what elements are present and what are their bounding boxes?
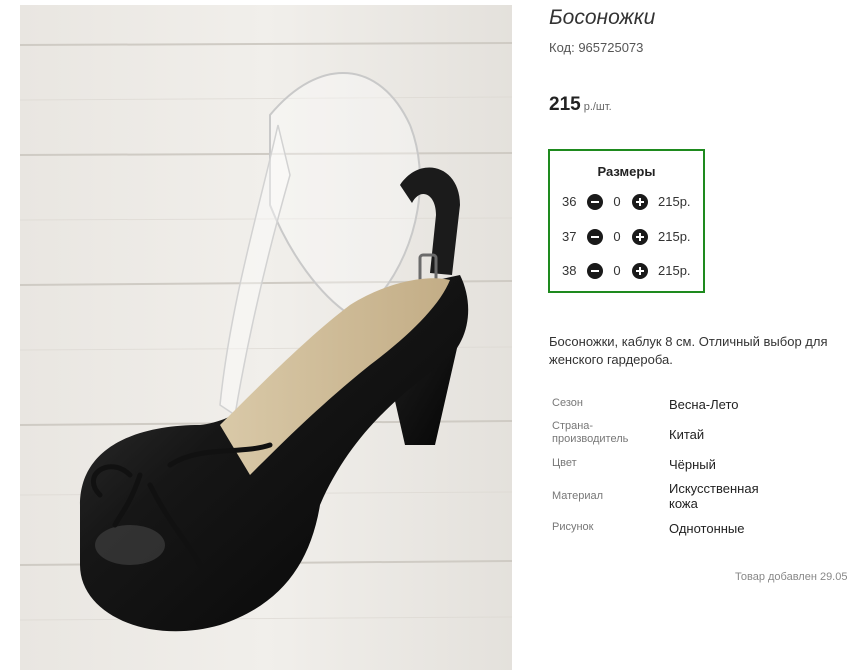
size-price: 215р. (658, 263, 691, 278)
attribute-value: Однотонные (669, 521, 745, 536)
price-unit: р./шт. (583, 101, 612, 113)
attribute-value: Весна-Лето (669, 397, 739, 412)
attribute-key: Страна-производитель (552, 420, 629, 445)
size-label: 37 (562, 229, 577, 244)
size-label: 36 (562, 194, 577, 209)
increase-quantity-button[interactable] (632, 194, 648, 210)
size-label: 38 (562, 263, 577, 278)
attribute-key: Рисунок (552, 521, 594, 533)
product-title: Босоножки (549, 6, 656, 29)
product-description: Босоножки, каблук 8 см. Отличный выбор д… (549, 334, 828, 367)
size-price: 215р. (658, 229, 691, 244)
date-added: Товар добавлен 29.05 (735, 571, 848, 583)
attribute-key: Сезон (552, 397, 583, 409)
attribute-value: Чёрный (669, 457, 716, 472)
price-value: 215 (549, 94, 581, 115)
size-quantity: 0 (613, 194, 621, 209)
decrease-quantity-button[interactable] (587, 229, 603, 245)
sizes-panel: Размеры 36 0 215р. 37 0 215р. 38 0 215р. (548, 149, 705, 293)
product-code: Код: 965725073 (549, 40, 644, 55)
sizes-header: Размеры (597, 164, 656, 179)
decrease-quantity-button[interactable] (587, 194, 603, 210)
size-quantity: 0 (613, 229, 621, 244)
attribute-value: Китай (669, 427, 705, 442)
product-price: 215 р./шт. (549, 94, 612, 116)
increase-quantity-button[interactable] (632, 263, 648, 279)
product-photo[interactable] (20, 5, 512, 670)
attribute-key: Материал (552, 490, 603, 502)
attribute-value: Искусственная кожа (669, 481, 759, 511)
decrease-quantity-button[interactable] (587, 263, 603, 279)
size-price: 215р. (658, 194, 691, 209)
increase-quantity-button[interactable] (632, 229, 648, 245)
size-quantity: 0 (613, 263, 621, 278)
attribute-key: Цвет (552, 457, 577, 469)
shoe-image (20, 5, 512, 670)
